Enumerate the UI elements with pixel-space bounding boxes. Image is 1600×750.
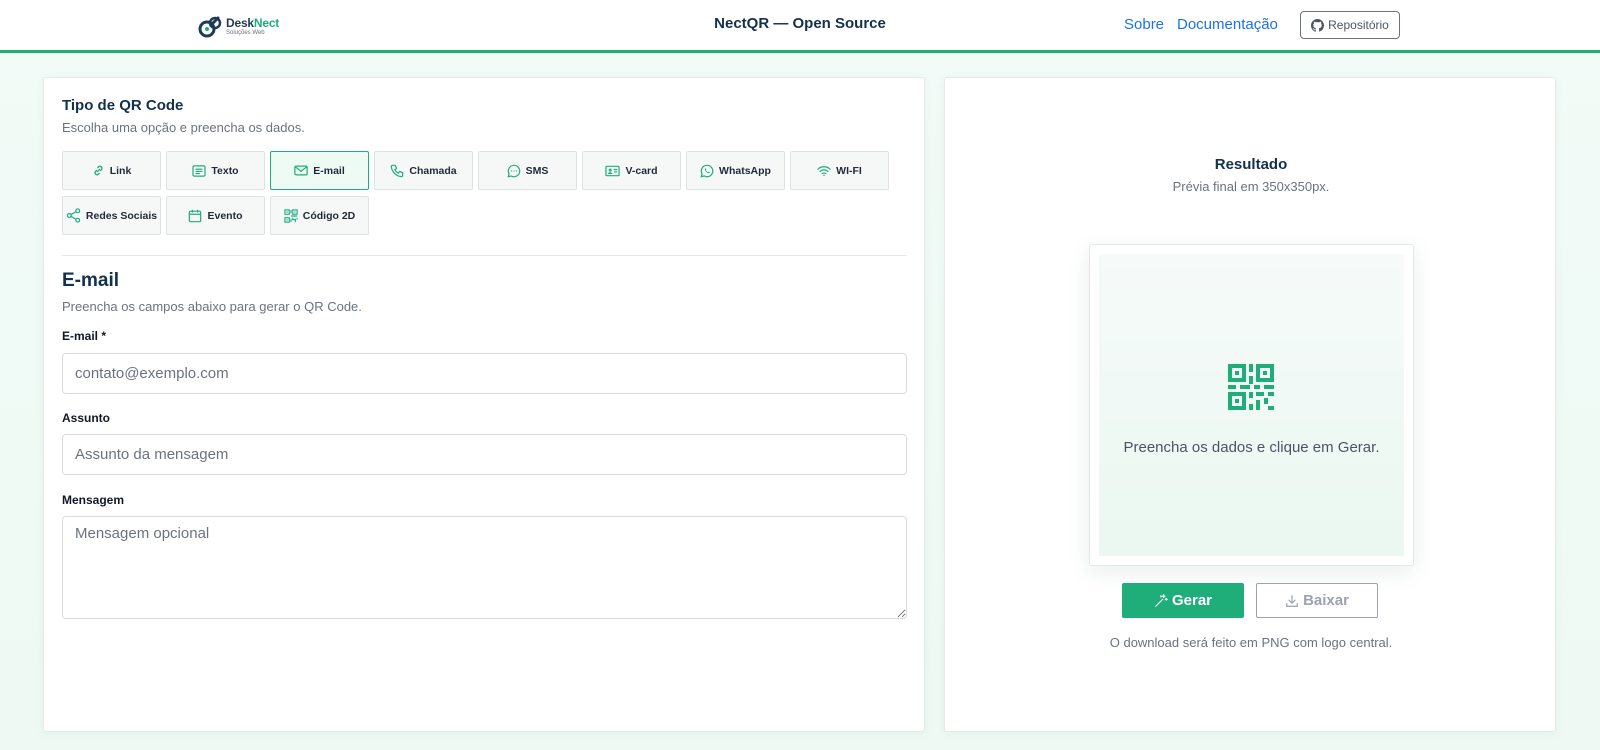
download-label: Baixar <box>1303 592 1349 609</box>
nav-link-documentacao[interactable]: Documentação <box>1177 16 1278 33</box>
magic-wand-icon <box>1155 593 1168 607</box>
message-textarea[interactable] <box>62 516 907 619</box>
qr-preview: Preencha os dados e clique em Gerar. <box>1089 244 1414 566</box>
message-label: Mensagem <box>62 493 125 507</box>
repository-label: Repositório <box>1328 18 1389 32</box>
download-button[interactable]: Baixar <box>1256 583 1378 618</box>
subject-field[interactable] <box>62 434 907 475</box>
type-label: Evento <box>207 209 243 222</box>
text-icon <box>192 164 206 177</box>
github-icon <box>1311 18 1325 32</box>
type-button-link[interactable]: Link <box>62 151 161 190</box>
type-label: Link <box>109 164 132 177</box>
type-button-chamada[interactable]: Chamada <box>374 151 473 190</box>
type-button-codigo-2d[interactable]: Código 2D <box>270 196 369 235</box>
type-button-whatsapp[interactable]: WhatsApp <box>686 151 785 190</box>
top-header: DeskNect Soluções Web NectQR — Open Sour… <box>0 0 1600 53</box>
vcard-icon <box>605 165 621 176</box>
type-label: SMS <box>525 164 549 177</box>
nav-link-sobre[interactable]: Sobre <box>1124 16 1164 33</box>
form-subtitle: Preencha os campos abaixo para gerar o Q… <box>62 299 362 314</box>
preview-placeholder-text: Preencha os dados e clique em Gerar. <box>1123 439 1380 456</box>
email-label: E-mail * <box>62 329 107 343</box>
download-note: O download será feito em PNG com logo ce… <box>1109 635 1393 650</box>
result-panel: Resultado Prévia final em 350x350px. Pre… <box>944 77 1556 732</box>
generate-button[interactable]: Gerar <box>1122 583 1244 618</box>
download-icon <box>1286 594 1298 607</box>
type-label: V-card <box>625 164 658 177</box>
form-title: E-mail <box>62 270 120 291</box>
type-button-email[interactable]: E-mail <box>270 151 369 190</box>
type-button-redes-sociais[interactable]: Redes Sociais <box>62 196 161 235</box>
qr-preview-area: Preencha os dados e clique em Gerar. <box>1099 254 1404 556</box>
type-label: Chamada <box>409 164 457 177</box>
wifi-icon <box>817 165 831 176</box>
qr-code-icon <box>284 208 298 223</box>
type-button-vcard[interactable]: V-card <box>582 151 681 190</box>
type-label: Código 2D <box>302 209 356 222</box>
whatsapp-icon <box>700 164 714 178</box>
type-label: E-mail <box>313 164 345 177</box>
link-icon <box>94 165 103 176</box>
type-label: WhatsApp <box>719 164 771 177</box>
result-title: Resultado <box>1214 156 1288 173</box>
type-button-sms[interactable]: SMS <box>478 151 577 190</box>
type-label: Texto <box>211 164 239 177</box>
result-subtitle: Prévia final em 350x350px. <box>1172 179 1330 194</box>
type-button-evento[interactable]: Evento <box>166 196 265 235</box>
type-button-texto[interactable]: Texto <box>166 151 265 190</box>
form-panel: Tipo de QR Code Escolha uma opção e pree… <box>43 77 925 732</box>
mail-icon <box>294 165 308 176</box>
share-icon <box>66 208 81 223</box>
repository-button[interactable]: Repositório <box>1300 11 1400 39</box>
email-field[interactable] <box>62 353 907 394</box>
phone-icon <box>391 164 404 177</box>
section-subtitle: Escolha uma opção e preencha os dados. <box>62 120 305 135</box>
section-title: Tipo de QR Code <box>62 97 184 114</box>
type-button-wifi[interactable]: WI-FI <box>790 151 889 190</box>
calendar-icon <box>189 209 202 222</box>
chat-icon <box>507 164 520 178</box>
subject-label: Assunto <box>62 411 110 425</box>
qr-placeholder-icon <box>1228 364 1274 410</box>
type-label: Redes Sociais <box>85 209 158 222</box>
generate-label: Gerar <box>1171 592 1213 609</box>
type-label: WI-FI <box>836 164 862 177</box>
section-divider <box>62 255 907 256</box>
